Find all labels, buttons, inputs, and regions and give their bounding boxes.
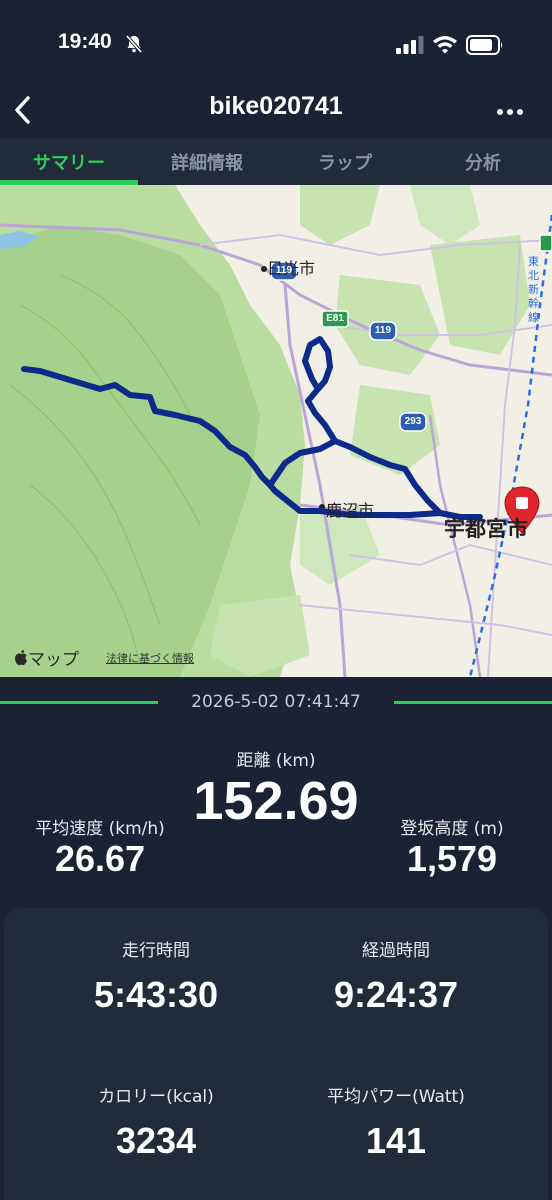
calories-value: 3234 (115, 1120, 197, 1161)
tab-laps[interactable]: ラップ (276, 138, 414, 185)
map-label-utsunomiya: 宇都宮市 (444, 518, 528, 541)
tab-details[interactable]: 詳細情報 (138, 138, 276, 185)
nav-bar: bike020741 (0, 84, 552, 138)
battery-icon (466, 35, 503, 55)
avg-speed-value: 26.67 (54, 838, 146, 879)
map-label-shinkansen: 東北新幹線 (528, 256, 539, 324)
moving-time-label: 走行時間 (122, 941, 190, 961)
page-title: bike020741 (209, 92, 343, 120)
elapsed-time-label: 経過時間 (362, 941, 430, 961)
more-options-icon[interactable] (486, 90, 534, 130)
wifi-icon (433, 36, 457, 54)
tab-analysis[interactable]: 分析 (414, 138, 552, 185)
cellular-signal-icon (396, 36, 424, 54)
elevation-value: 1,579 (406, 838, 498, 879)
secondary-stats-card: 走行時間 5:43:30 経過時間 9:24:37 カロリー(kcal) 323… (4, 908, 548, 1200)
map-legal-link[interactable]: 法律に基づく情報 (106, 650, 194, 666)
route-badge-119-b: 119 (374, 325, 392, 336)
calories-label: カロリー(kcal) (98, 1087, 214, 1107)
status-time: 19:40 (58, 30, 112, 53)
map-attribution-label: マップ (28, 650, 79, 670)
status-bar: 19:40 (0, 0, 552, 84)
map-attribution: マップ (14, 645, 79, 670)
moving-time-value: 5:43:30 (93, 974, 219, 1015)
ride-datetime: 2026-5-02 07:41:47 (191, 692, 361, 712)
route-badge-119-a: 119 (275, 265, 293, 276)
apple-logo-icon (15, 649, 27, 665)
ride-date-row: 2026-5-02 07:41:47 (0, 684, 552, 722)
primary-stats: 距離 (km) 152.69 平均速度 (km/h) 26.67 登坂高度 (m… (0, 722, 552, 902)
tab-summary[interactable]: サマリー (0, 138, 138, 185)
route-map[interactable]: 日光市 鹿沼市 宇都宮市 東北新幹線 119 119 293 E81 マップ 法… (0, 185, 552, 677)
map-label-kanuma: 鹿沼市 (326, 503, 375, 520)
bell-muted-icon (125, 34, 143, 54)
avg-speed-label: 平均速度 (km/h) (35, 819, 165, 839)
elevation-label: 登坂高度 (m) (400, 819, 504, 839)
expressway-badge-e81: E81 (326, 313, 344, 324)
avg-power-label: 平均パワー(Watt) (327, 1087, 465, 1107)
elapsed-time-value: 9:24:37 (333, 974, 459, 1015)
tab-bar: サマリー 詳細情報 ラップ 分析 (0, 138, 552, 185)
distance-label: 距離 (km) (236, 751, 316, 771)
avg-power-value: 141 (365, 1120, 427, 1161)
route-badge-293: 293 (404, 416, 422, 427)
